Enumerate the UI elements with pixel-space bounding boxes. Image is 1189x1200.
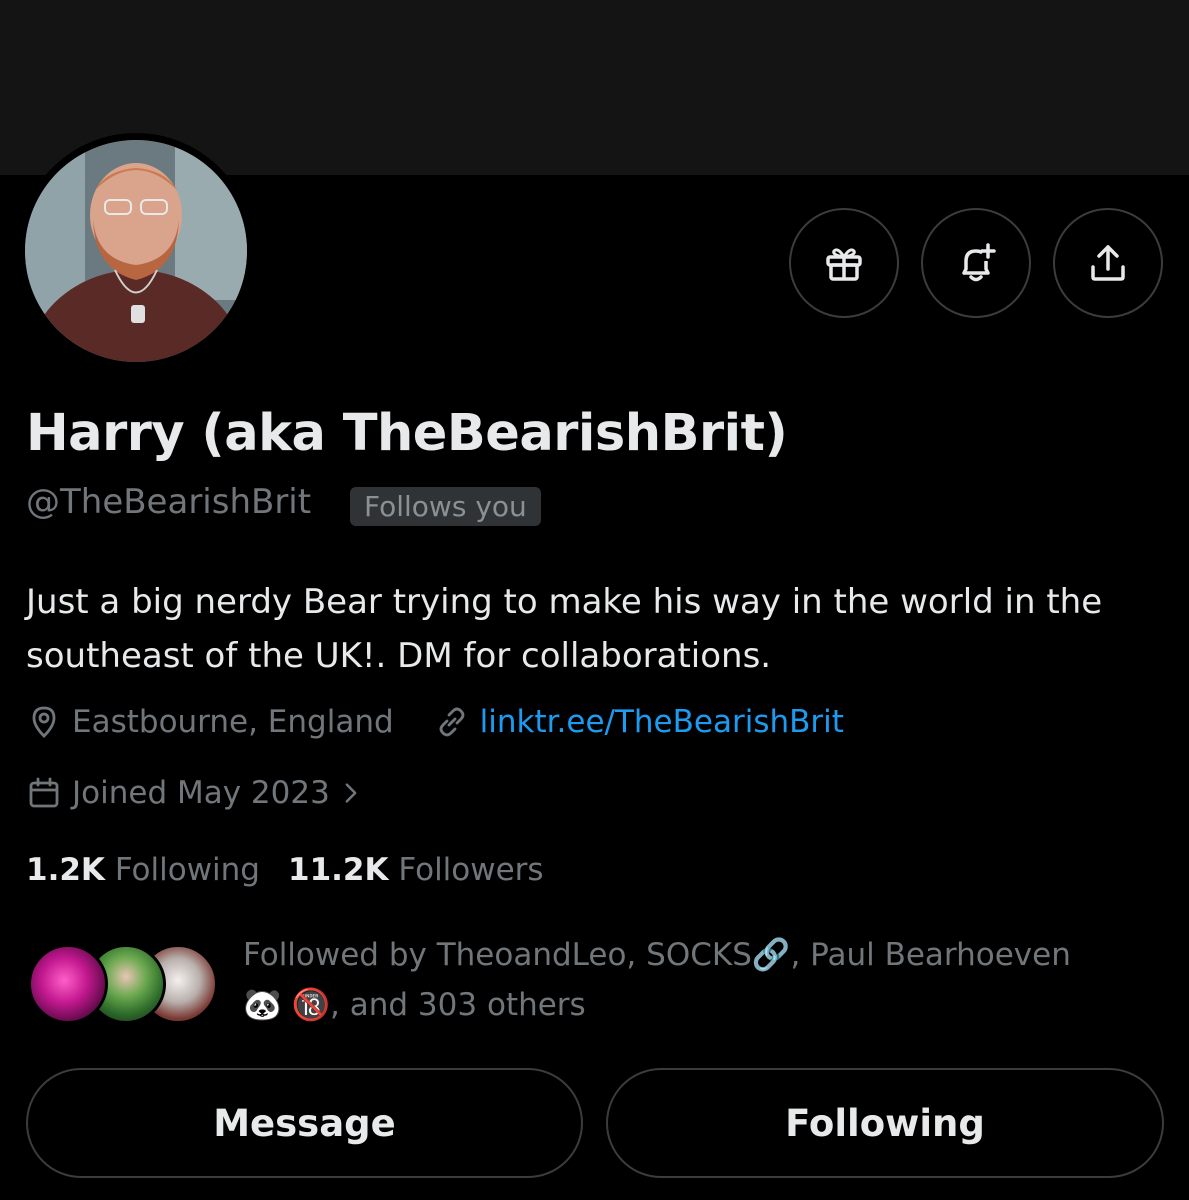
display-name: Harry (aka TheBearishBrit) (26, 404, 788, 463)
bell-plus-icon (962, 243, 996, 282)
bio: Just a big nerdy Bear trying to make his… (26, 582, 1103, 676)
location-pin-icon (32, 706, 56, 738)
share-icon (1091, 245, 1125, 281)
followed-by-avatars[interactable] (28, 944, 218, 1024)
link-icon (439, 707, 465, 737)
chevron-right-icon (345, 783, 357, 803)
followed-by-text[interactable]: Followed by TheoandLeo, SOCKS🔗, Paul Bea… (243, 930, 1143, 1030)
joined-row[interactable]: Joined May 2023 (26, 770, 376, 816)
share-button[interactable] (1053, 208, 1163, 318)
user-handle: @TheBearishBrit (26, 482, 312, 522)
website-link[interactable]: linktr.ee/TheBearishBrit (480, 704, 844, 740)
calendar-icon (29, 777, 59, 808)
follow-stats: 1.2K Following 11.2K Followers (26, 852, 544, 888)
gift-icon (826, 248, 862, 281)
following-button[interactable]: Following (606, 1068, 1164, 1178)
message-button[interactable]: Message (26, 1068, 583, 1178)
followed-by-line2: 🐼 🔞, and 303 others (243, 987, 586, 1023)
avatar-image (25, 140, 247, 362)
follower-avatar (28, 944, 108, 1024)
followed-by-line1: Followed by TheoandLeo, SOCKS🔗, Paul Bea… (243, 937, 1071, 973)
avatar[interactable] (25, 140, 247, 362)
following-stat[interactable]: 1.2K Following (26, 852, 260, 888)
followers-count: 11.2K (288, 852, 389, 888)
gift-button[interactable] (789, 208, 899, 318)
followers-stat[interactable]: 11.2K Followers (288, 852, 544, 888)
joined-text: Joined May 2023 (72, 775, 330, 811)
profile-meta-location-website: Eastbourne, England linktr.ee/TheBearish… (26, 699, 844, 745)
location-text: Eastbourne, England (72, 704, 394, 740)
followers-label: Followers (398, 852, 544, 888)
notifications-button[interactable] (921, 208, 1031, 318)
website-link-wrap[interactable]: linktr.ee/TheBearishBrit (434, 704, 844, 740)
following-label: Following (114, 852, 260, 888)
follows-you-badge: Follows you (350, 487, 541, 526)
following-count: 1.2K (26, 852, 105, 888)
